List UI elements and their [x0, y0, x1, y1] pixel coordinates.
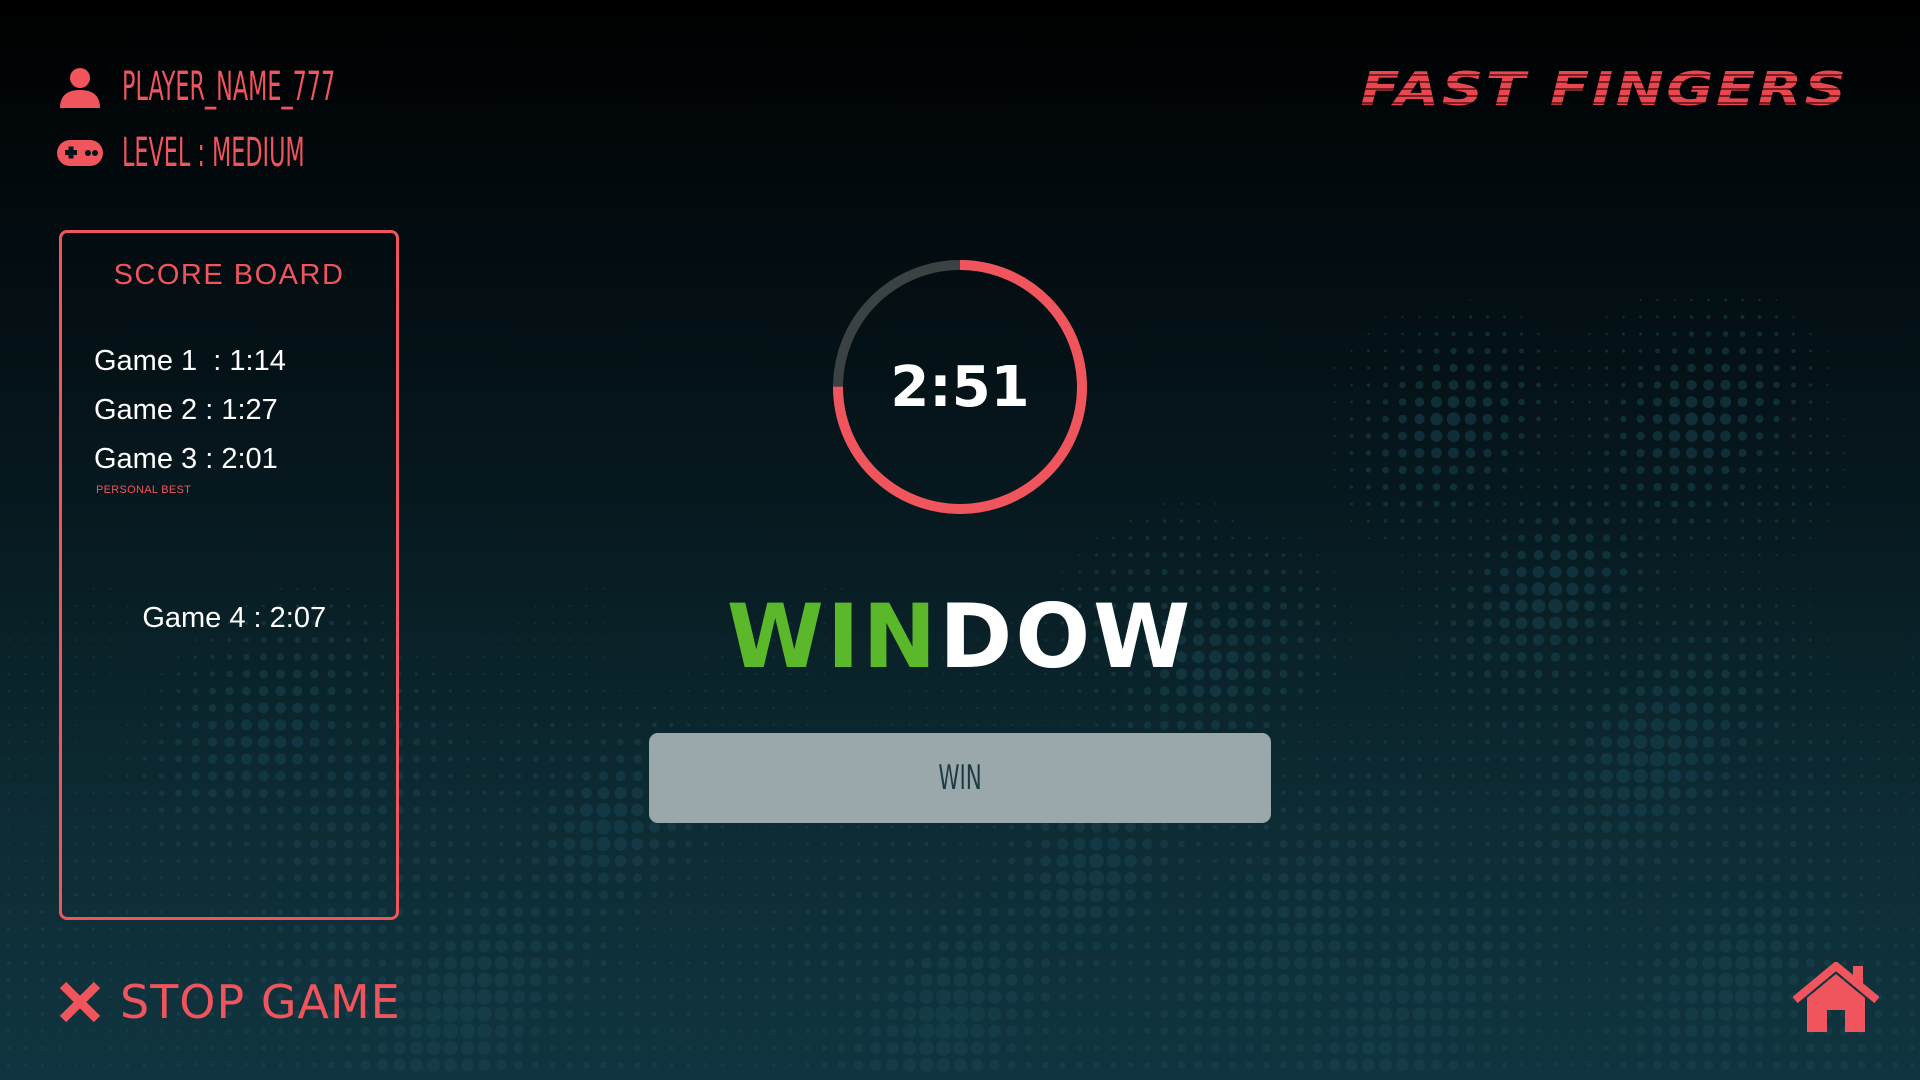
score-list: Game 1 : 1:14 Game 2 : 1:27 Game 3 : 2:0…: [94, 337, 326, 634]
personal-best-tag: PERSONAL BEST: [96, 484, 192, 496]
player-level: LEVEL : MEDIUM: [122, 130, 305, 176]
gamepad-icon: [56, 129, 104, 177]
player-level-row: LEVEL : MEDIUM: [56, 123, 417, 183]
home-icon[interactable]: [1793, 962, 1879, 1034]
score-entry-text: Game 4 : 2:07: [142, 602, 327, 634]
score-entry-personal-best: PERSONAL BEST Game 4 : 2:07: [94, 484, 326, 634]
player-name-row: PLAYER_NAME_777: [56, 57, 466, 117]
typing-input-value: WIN: [938, 758, 982, 798]
timer-display: 2:51: [890, 354, 1030, 420]
score-board-title: SCORE BOARD: [113, 259, 345, 291]
remaining-letters: DOW: [939, 585, 1194, 688]
score-entry: Game 2 : 1:27: [94, 394, 278, 426]
score-entry: Game 1 : 1:14: [94, 345, 286, 377]
close-icon: [59, 981, 101, 1023]
user-icon: [56, 63, 104, 111]
typed-letters: WIN: [726, 585, 940, 688]
typing-input[interactable]: WIN: [649, 733, 1271, 823]
player-name: PLAYER_NAME_777: [122, 64, 336, 110]
target-word: WINDOW: [660, 585, 1260, 688]
score-entry: Game 3 : 2:01: [94, 443, 278, 475]
score-board-panel: SCORE BOARD Game 1 : 1:14 Game 2 : 1:27 …: [59, 230, 399, 920]
game-logo: FAST FINGERS: [1360, 62, 1848, 116]
stop-game-button[interactable]: STOP GAME: [58, 975, 401, 1029]
stop-game-label: STOP GAME: [120, 975, 401, 1029]
